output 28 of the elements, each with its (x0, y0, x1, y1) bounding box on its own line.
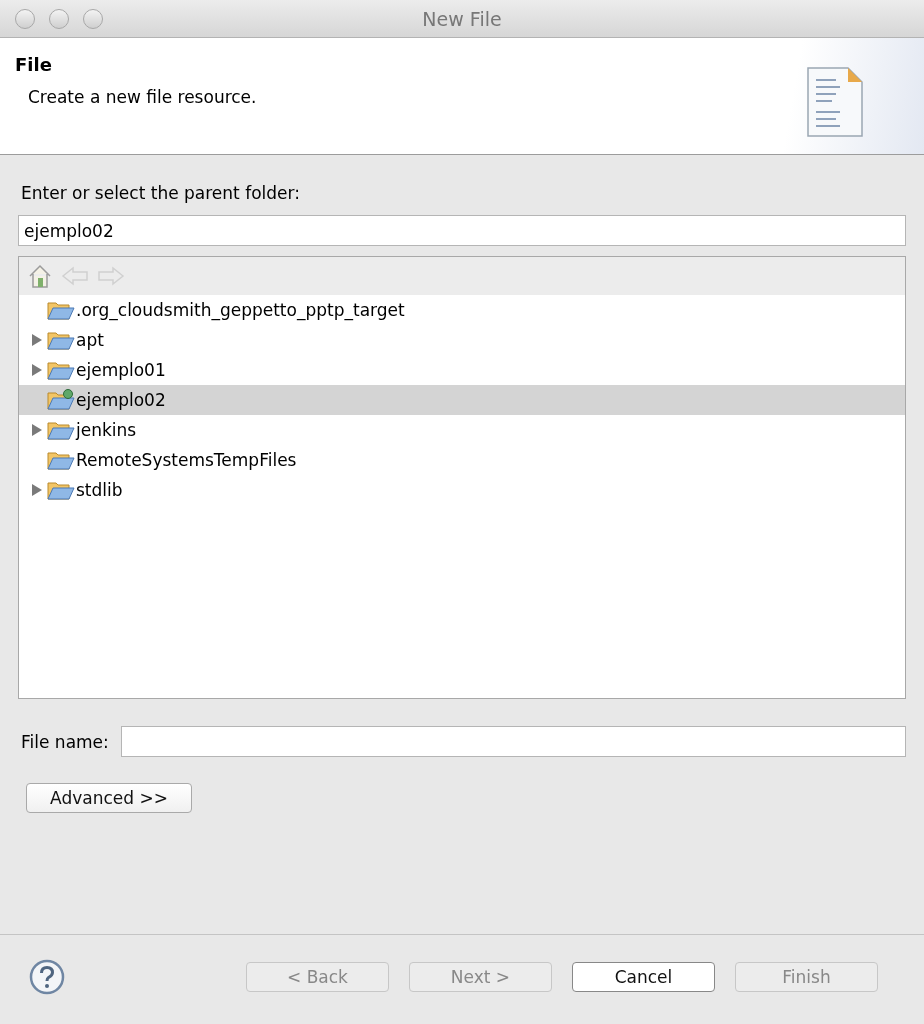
expand-arrow-icon[interactable] (31, 423, 43, 437)
tree-item[interactable]: apt (19, 325, 905, 355)
close-button[interactable] (15, 8, 35, 29)
window-title: New File (422, 7, 502, 30)
forward-arrow-icon[interactable] (97, 265, 125, 287)
page-title: File (15, 54, 53, 75)
minimize-button[interactable] (49, 8, 69, 29)
tree-item[interactable]: RemoteSystemsTempFiles (19, 445, 905, 475)
zoom-button[interactable] (83, 8, 103, 29)
page-description: Create a new file resource. (27, 87, 257, 107)
expand-arrow-icon[interactable] (31, 483, 43, 497)
help-icon[interactable] (28, 957, 66, 996)
parent-folder-field[interactable]: ejemplo02 (18, 215, 906, 246)
home-icon[interactable] (27, 263, 53, 289)
back-arrow-icon[interactable] (61, 265, 89, 287)
tree-item[interactable]: ejemplo02 (19, 385, 905, 415)
document-icon (806, 66, 864, 138)
wizard-button[interactable]: Cancel (572, 961, 715, 992)
parent-folder-label: Enter or select the parent folder: (20, 183, 301, 203)
tree-item[interactable]: jenkins (19, 415, 905, 445)
tree-item[interactable]: ejemplo01 (19, 355, 905, 385)
file-name-field[interactable] (120, 726, 906, 757)
expand-arrow-icon[interactable] (31, 333, 43, 347)
expand-arrow-icon[interactable] (31, 363, 43, 377)
advanced-button[interactable]: Advanced >> (26, 783, 192, 813)
file-name-label: File name: (20, 731, 109, 752)
tree-item[interactable]: stdlib (19, 475, 905, 505)
tree-item[interactable]: .org_cloudsmith_geppetto_pptp_target (19, 295, 905, 325)
